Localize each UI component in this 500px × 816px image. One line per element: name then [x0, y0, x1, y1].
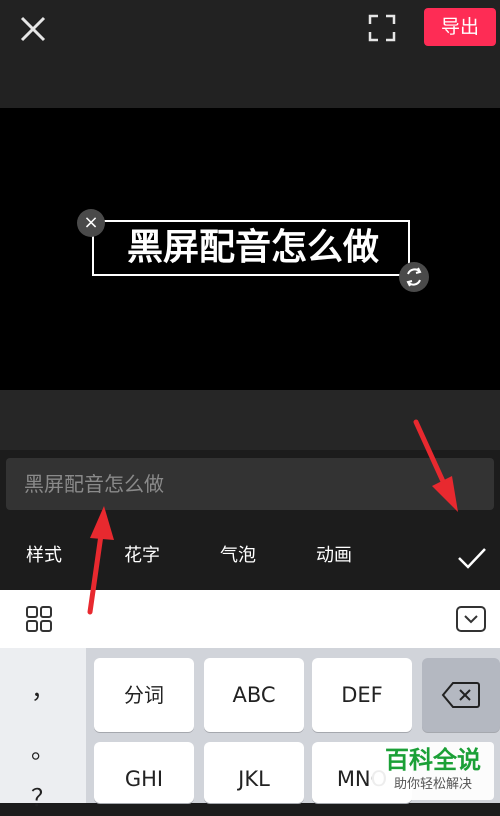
key-def[interactable]: DEF — [312, 658, 412, 732]
tab-bubble[interactable]: 气泡 — [220, 528, 256, 584]
tab-fancy-text[interactable]: 花字 — [124, 528, 160, 584]
fullscreen-icon — [368, 14, 396, 42]
delete-text-button[interactable]: × — [77, 209, 105, 237]
backspace-key[interactable] — [422, 658, 500, 732]
close-button[interactable] — [16, 12, 50, 46]
watermark-title: 百科全说 — [385, 746, 481, 774]
hide-keyboard-button[interactable] — [456, 606, 486, 632]
key-segment[interactable]: 分词 — [94, 658, 194, 732]
key-jkl[interactable]: JKL — [204, 742, 304, 803]
confirm-button[interactable] — [456, 542, 488, 574]
key-abc[interactable]: ABC — [204, 658, 304, 732]
close-icon — [20, 16, 46, 42]
rotate-icon — [406, 267, 422, 287]
fullscreen-button[interactable] — [366, 12, 398, 44]
punct-question-key[interactable]: ？ — [0, 778, 86, 813]
ime-menu-button[interactable] — [26, 606, 52, 632]
grid-icon — [26, 606, 52, 632]
punctuation-column: ， 。 ？ — [0, 648, 86, 812]
watermark-logo: 百科全说 助你轻松解决 — [372, 742, 494, 800]
keyboard-hide-icon — [456, 606, 486, 632]
annotation-arrow-input — [87, 506, 114, 615]
key-ghi[interactable]: GHI — [94, 742, 194, 803]
export-button[interactable]: 导出 — [424, 8, 496, 46]
backspace-icon — [441, 682, 480, 708]
tab-style[interactable]: 样式 — [26, 528, 62, 584]
checkmark-icon — [458, 548, 486, 569]
watermark-subtitle: 助你轻松解决 — [393, 777, 472, 792]
annotation-arrow-confirm — [413, 419, 458, 512]
punct-period-key[interactable]: 。 — [0, 730, 86, 765]
ime-toolbar — [0, 590, 500, 648]
tab-animation[interactable]: 动画 — [316, 528, 352, 584]
style-tabs: 样式 花字 气泡 动画 — [0, 528, 500, 584]
close-icon: × — [83, 212, 99, 233]
rotate-scale-handle[interactable] — [399, 262, 429, 292]
punct-comma-key[interactable]: ， — [0, 670, 86, 705]
caption-text[interactable]: 黑屏配音怎么做 — [96, 222, 410, 274]
